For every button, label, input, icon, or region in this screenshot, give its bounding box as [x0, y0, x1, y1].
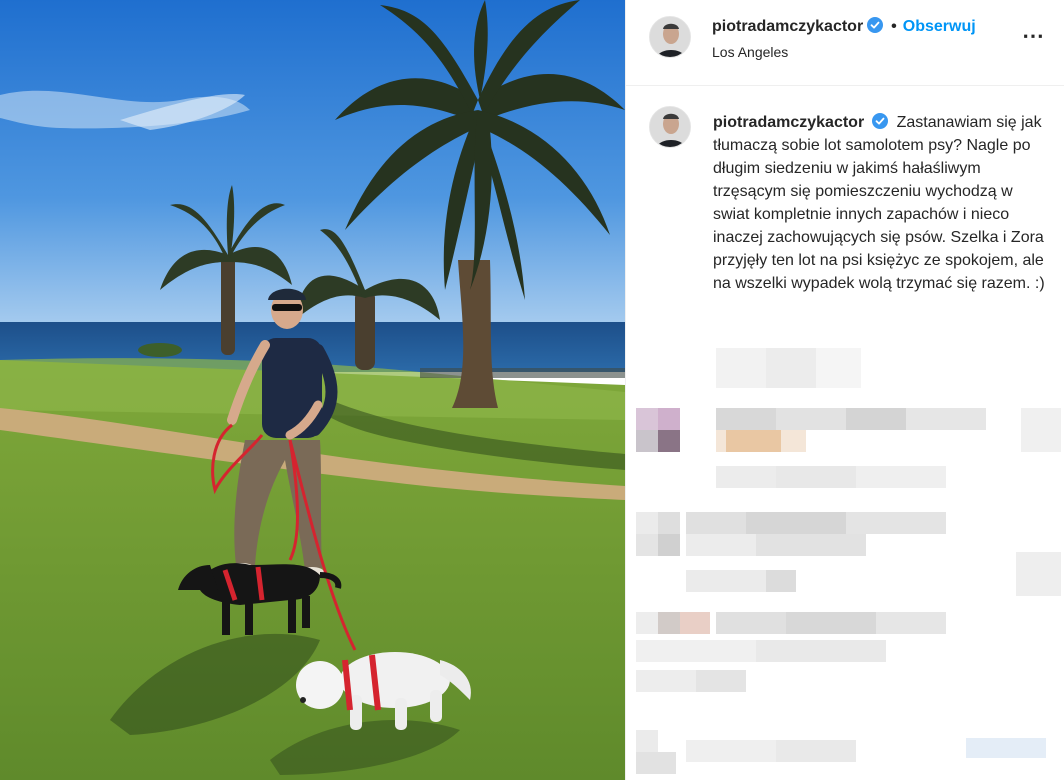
more-options-icon[interactable]: ⋯ [1022, 25, 1045, 47]
verified-badge-icon [872, 113, 889, 129]
post-sidebar: piotradamczykactor • Obserwuj Los Angeles … [625, 0, 1064, 780]
location-link[interactable]: Los Angeles [712, 44, 788, 60]
post-header: piotradamczykactor • Obserwuj Los Angeles … [626, 0, 1064, 86]
caption-username-link[interactable]: piotradamczykactor [713, 114, 864, 131]
follow-button[interactable]: Obserwuj [903, 18, 976, 35]
avatar[interactable] [649, 16, 691, 58]
post-caption: piotradamczykactor Zastanawiam się jak t… [713, 111, 1053, 295]
caption-avatar[interactable] [649, 106, 691, 148]
post-photo[interactable] [0, 0, 625, 780]
separator-dot: • [891, 18, 897, 35]
verified-badge-icon [867, 17, 884, 33]
caption-text: Zastanawiam się jak tłumaczą sobie lot s… [713, 114, 1045, 292]
username-link[interactable]: piotradamczykactor [712, 18, 863, 35]
